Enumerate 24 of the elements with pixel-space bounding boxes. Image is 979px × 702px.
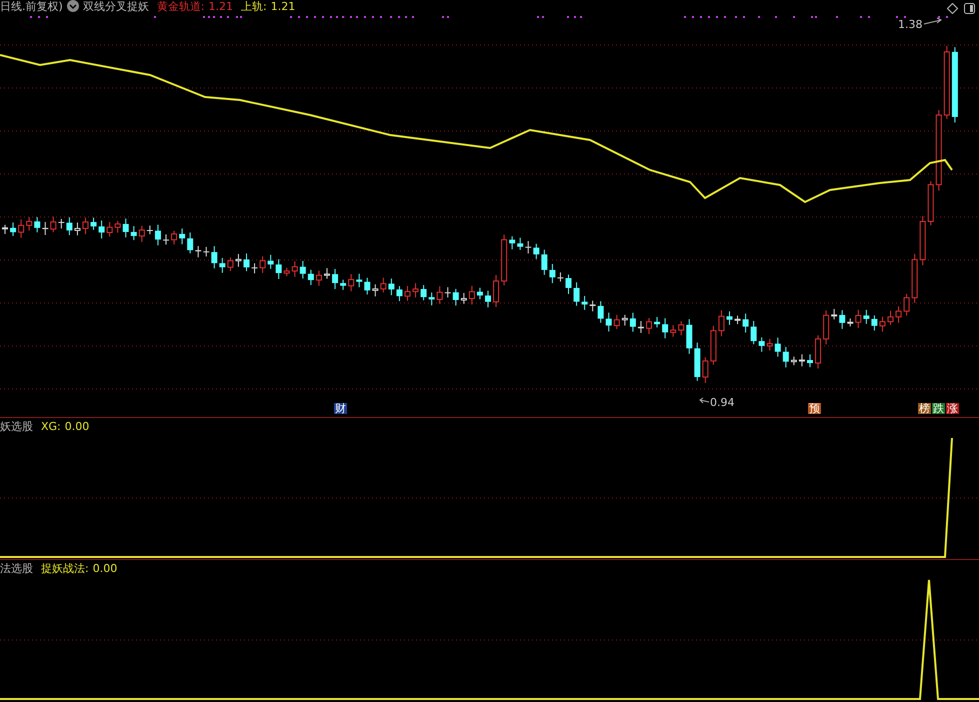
indicator-name: 双线分叉捉妖 [82, 0, 149, 12]
price-high-label: 1.38 [898, 19, 922, 30]
event-marker[interactable]: 涨 [946, 403, 959, 414]
leader-line [699, 398, 710, 404]
price-low-label: 0.94 [710, 397, 734, 408]
panel-title: 妖选股 [0, 421, 33, 432]
legend-value: 0.00 [64, 421, 90, 432]
legend-label: XG: [41, 421, 61, 432]
panel-toggle-icon[interactable] [964, 3, 975, 14]
legend-label: 上轨: [241, 0, 267, 12]
event-marker[interactable]: 预 [808, 403, 821, 414]
diamond-icon[interactable] [947, 3, 958, 14]
event-marker[interactable]: 财 [334, 403, 347, 414]
chevron-down-icon[interactable] [66, 0, 79, 12]
legend-label: 黄金轨道: [156, 0, 205, 12]
legend-value: 1.21 [208, 0, 234, 12]
legend-value: 0.00 [92, 563, 118, 574]
event-marker[interactable]: 榜 [918, 403, 931, 414]
panel-title: 法选股 [0, 563, 33, 574]
event-marker[interactable]: 跌 [932, 403, 945, 414]
legend-value: 1.21 [270, 0, 296, 12]
legend-label: 捉妖战法: [41, 563, 89, 574]
leader-line [924, 18, 942, 24]
chart-period: 日线.前复权) [0, 0, 63, 12]
